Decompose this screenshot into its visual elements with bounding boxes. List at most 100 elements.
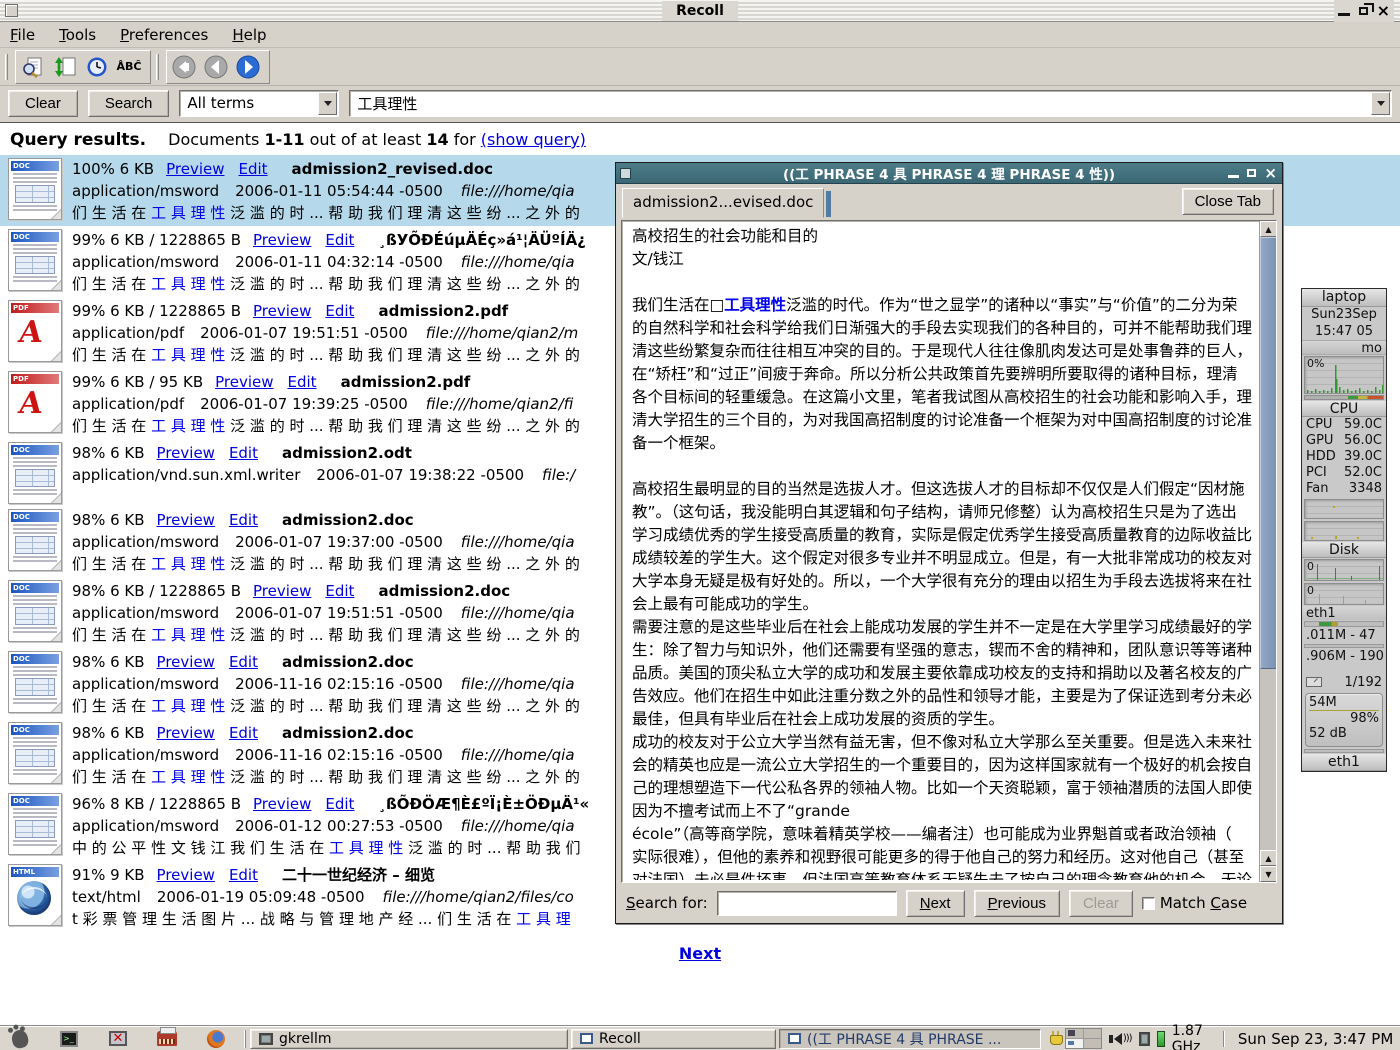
scroll-up2-icon[interactable]: ▲	[1260, 850, 1277, 866]
firefox-icon[interactable]	[206, 1029, 226, 1049]
doc-file-icon[interactable]: DOC	[8, 793, 62, 855]
preview-link[interactable]: Preview	[157, 866, 215, 884]
sensor-chart-lower[interactable]	[1304, 521, 1384, 541]
next-page-icon[interactable]	[233, 53, 263, 81]
recoll-titlebar[interactable]: Recoll ×	[0, 0, 1400, 22]
next-page-link[interactable]: Next	[0, 944, 1400, 963]
taskbar-handle[interactable]	[244, 1030, 246, 1048]
taskbar-button-recoll[interactable]: Recoll	[571, 1029, 776, 1049]
doc-file-icon[interactable]: DOC	[8, 442, 62, 504]
close-icon[interactable]: ×	[1377, 3, 1390, 19]
workspace-pager[interactable]	[1065, 1028, 1102, 1049]
minimize-icon[interactable]	[1338, 13, 1350, 16]
gkrellm-footer-label[interactable]: eth1	[1302, 754, 1386, 771]
restore-icon[interactable]	[1359, 7, 1368, 15]
menu-file[interactable]: File	[10, 26, 35, 44]
doc-file-icon[interactable]: DOC	[8, 651, 62, 713]
preview-link[interactable]: Preview	[166, 160, 224, 178]
edit-link[interactable]: Edit	[325, 302, 354, 320]
menu-help[interactable]: Help	[232, 26, 266, 44]
find-next-button[interactable]: Next	[906, 890, 965, 917]
preview-content[interactable]: 高校招生的社会功能和目的文/钱江 我们生活在□工具理性泛滥的时代。作为“世之显学…	[621, 220, 1277, 883]
previous-page-icon[interactable]	[201, 53, 231, 81]
preview-link[interactable]: Preview	[253, 302, 311, 320]
chevron-down-icon[interactable]	[318, 92, 337, 115]
edit-link[interactable]: Edit	[229, 866, 258, 884]
disk-chart-2[interactable]: 0	[1304, 583, 1384, 605]
doc-file-icon[interactable]: DOC	[8, 580, 62, 642]
preview-link[interactable]: Preview	[157, 724, 215, 742]
search-button[interactable]: Search	[88, 90, 170, 117]
mail-readout[interactable]: 1/192	[1302, 675, 1386, 692]
preview-link[interactable]: Preview	[253, 231, 311, 249]
html-file-icon[interactable]: HTML	[8, 864, 62, 926]
sensor-chart-upper[interactable]	[1304, 499, 1384, 519]
advanced-search-icon[interactable]	[18, 53, 48, 81]
history-icon[interactable]	[82, 53, 112, 81]
close-tab-button[interactable]: Close Tab	[1182, 188, 1274, 215]
edit-link[interactable]: Edit	[325, 582, 354, 600]
edit-link[interactable]: Edit	[325, 795, 354, 813]
preview-link[interactable]: Preview	[157, 653, 215, 671]
doc-file-icon[interactable]: DOC	[8, 509, 62, 571]
doc-file-icon[interactable]: DOC	[8, 229, 62, 291]
scrollbar-thumb[interactable]	[1260, 237, 1277, 669]
clear-button[interactable]: Clear	[8, 90, 78, 117]
net-interface-label[interactable]: eth1	[1302, 606, 1386, 620]
taskbar-clock[interactable]: Sun Sep 23, 3:47 PM	[1228, 1030, 1400, 1048]
scroll-down-icon[interactable]: ▼	[1260, 866, 1277, 882]
first-page-icon[interactable]	[169, 53, 199, 81]
typewriter-icon[interactable]	[157, 1029, 177, 1049]
find-previous-button[interactable]: Previous	[974, 890, 1060, 917]
power-plug-icon[interactable]	[1050, 1031, 1058, 1047]
doc-file-icon[interactable]: DOC	[8, 158, 62, 220]
terminal-icon[interactable]: >_	[59, 1029, 79, 1049]
window-menu-button[interactable]	[5, 4, 18, 17]
pdf-file-icon[interactable]: PDFA	[8, 300, 62, 362]
edit-link[interactable]: Edit	[229, 444, 258, 462]
scroll-up-icon[interactable]: ▲	[1260, 221, 1277, 237]
preview-tab[interactable]: admission2...evised.doc	[622, 188, 824, 218]
match-case-option[interactable]: Match Case	[1142, 894, 1247, 912]
cpu-section-label[interactable]: CPU	[1302, 401, 1386, 417]
edit-link[interactable]: Edit	[229, 511, 258, 529]
taskbar-button-preview[interactable]: ((工 PHRASE 4 具 PHRASE ...	[779, 1029, 1041, 1049]
toolbar-handle-2[interactable]	[156, 54, 159, 80]
gkrellm-hostname[interactable]: laptop	[1302, 289, 1386, 307]
edit-link[interactable]: Edit	[325, 231, 354, 249]
cpu-battery-icon[interactable]	[1139, 1032, 1151, 1046]
screen-off-icon[interactable]: ✕	[108, 1029, 128, 1049]
doc-file-icon[interactable]: DOC	[8, 722, 62, 784]
edit-link[interactable]: Edit	[229, 653, 258, 671]
edit-link[interactable]: Edit	[238, 160, 267, 178]
disk-section-label[interactable]: Disk	[1302, 542, 1386, 558]
gkrellm-monitor[interactable]: laptop Sun23Sep 15:47 05 mo 0% CPU CPU59…	[1301, 288, 1387, 772]
term-explorer-icon[interactable]: ÅBĈ	[114, 53, 144, 81]
find-clear-button[interactable]: Clear	[1069, 890, 1133, 917]
preview-scrollbar[interactable]: ▲ ▲ ▼	[1259, 221, 1276, 882]
search-mode-select[interactable]: All terms	[179, 90, 339, 117]
preview-close-icon[interactable]: ×	[1264, 164, 1277, 182]
query-input[interactable]: 工具理性	[349, 90, 1392, 117]
gnome-menu-icon[interactable]	[10, 1029, 30, 1049]
speaker-icon[interactable]: )))	[1109, 1033, 1132, 1045]
memory-volume-meter[interactable]: 54M 98% 52 dB	[1305, 693, 1383, 747]
menu-preferences[interactable]: Preferences	[120, 26, 208, 44]
edit-link[interactable]: Edit	[288, 373, 317, 391]
preview-maximize-icon[interactable]	[1247, 169, 1256, 177]
preview-link[interactable]: Preview	[215, 373, 273, 391]
sort-icon[interactable]	[50, 53, 80, 81]
toolbar-handle[interactable]	[5, 54, 8, 80]
taskbar-button-gkrellm[interactable]: gkrellm	[250, 1029, 568, 1049]
preview-link[interactable]: Preview	[253, 582, 311, 600]
cpu-chart[interactable]: 0%	[1304, 356, 1384, 394]
preview-search-input[interactable]	[717, 891, 897, 916]
preview-link[interactable]: Preview	[157, 511, 215, 529]
pdf-file-icon[interactable]: PDFA	[8, 371, 62, 433]
preview-titlebar[interactable]: ((工 PHRASE 4 具 PHRASE 4 理 PHRASE 4 性)) ×	[616, 163, 1282, 184]
preview-minimize-icon[interactable]	[1228, 175, 1239, 178]
menu-tools[interactable]: Tools	[59, 26, 96, 44]
disk-chart-1[interactable]: 0	[1304, 559, 1384, 581]
preview-link[interactable]: Preview	[253, 795, 311, 813]
match-case-checkbox[interactable]	[1142, 897, 1155, 910]
